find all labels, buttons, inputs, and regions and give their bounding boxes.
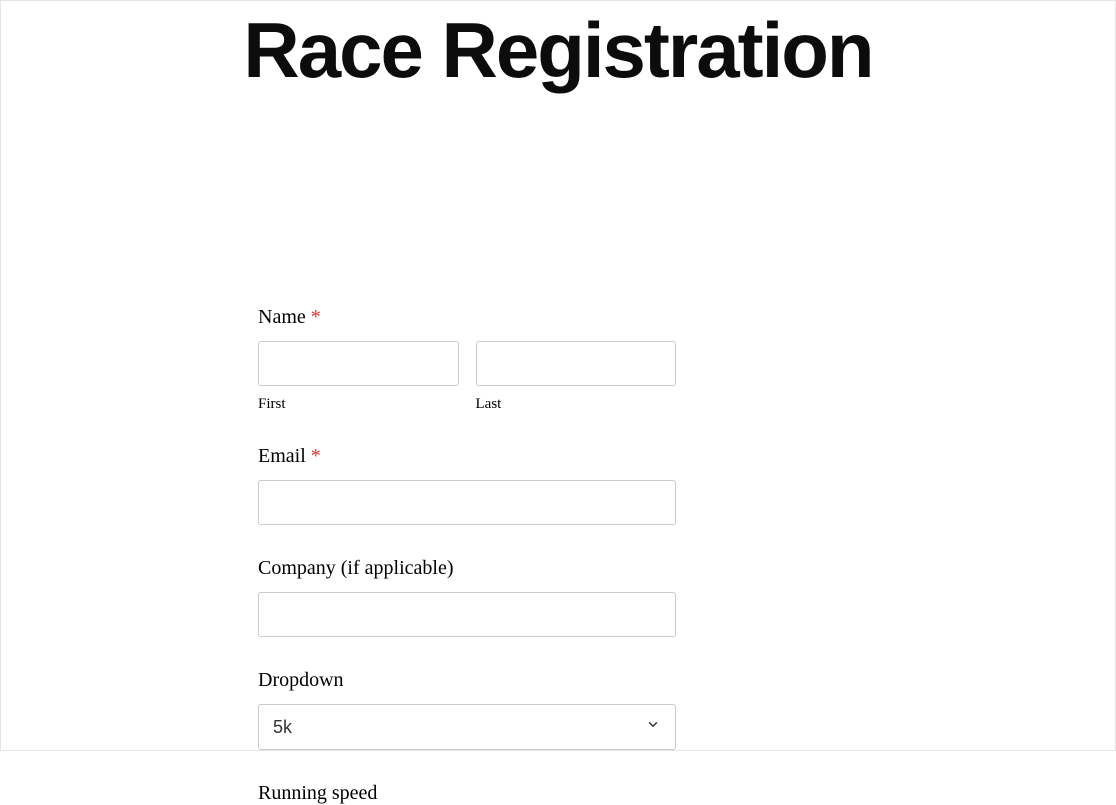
name-field-group: Name * First Last <box>258 306 676 413</box>
email-label: Email * <box>258 445 676 468</box>
dropdown-label: Dropdown <box>258 669 676 692</box>
email-label-text: Email <box>258 445 306 467</box>
email-field-group: Email * <box>258 445 676 525</box>
name-label: Name * <box>258 306 676 329</box>
last-name-sublabel: Last <box>476 396 677 413</box>
name-label-text: Name <box>258 306 306 328</box>
first-name-sublabel: First <box>258 396 459 413</box>
name-row: First Last <box>258 341 676 413</box>
dropdown-select-wrap: 5k <box>258 704 676 750</box>
email-input[interactable] <box>258 480 676 525</box>
dropdown-select[interactable]: 5k <box>258 704 676 750</box>
running-speed-label: Running speed <box>258 782 676 805</box>
company-input[interactable] <box>258 592 676 637</box>
dropdown-field-group: Dropdown 5k <box>258 669 676 750</box>
running-speed-field-group: Running speed <box>258 782 676 805</box>
company-field-group: Company (if applicable) <box>258 557 676 637</box>
page-title: Race Registration <box>1 7 1115 94</box>
last-name-input[interactable] <box>476 341 677 386</box>
required-asterisk: * <box>311 306 321 328</box>
first-name-input[interactable] <box>258 341 459 386</box>
registration-form: Name * First Last Email * Company (if ap… <box>258 306 676 805</box>
last-name-col: Last <box>476 341 677 413</box>
first-name-col: First <box>258 341 459 413</box>
required-asterisk: * <box>311 445 321 467</box>
company-label: Company (if applicable) <box>258 557 676 580</box>
